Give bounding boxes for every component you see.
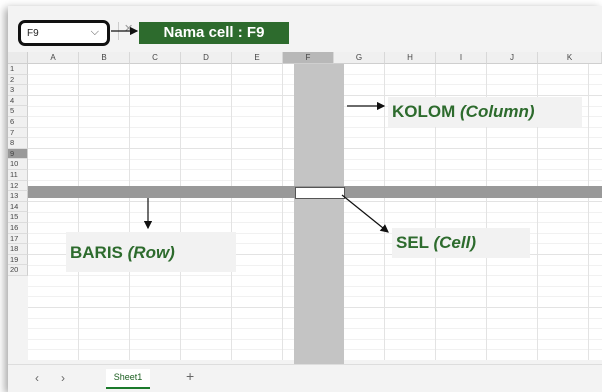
- row-header-4[interactable]: 4: [8, 95, 28, 107]
- row-header-18[interactable]: 18: [8, 244, 28, 255]
- column-header-i[interactable]: I: [436, 52, 487, 64]
- row-header-14[interactable]: 14: [8, 201, 28, 213]
- row-header-7[interactable]: 7: [8, 127, 28, 139]
- formula-bar: F9 ⌵ ✕: [8, 6, 602, 46]
- row-header-16[interactable]: 16: [8, 223, 28, 234]
- name-box[interactable]: F9 ⌵: [18, 20, 110, 46]
- cancel-icon[interactable]: ✕: [124, 22, 133, 35]
- excel-window: F9 ⌵ ✕ A B C D E F G H I J K 1 2 3 4 5 6 7 8 9 10 11 12 13 14 15 1…: [8, 6, 602, 392]
- sheet-tab-sheet1[interactable]: Sheet1: [106, 369, 150, 389]
- row-header-2[interactable]: 2: [8, 74, 28, 86]
- row-header-20[interactable]: 20: [8, 265, 28, 276]
- row-header-19[interactable]: 19: [8, 254, 28, 266]
- column-header-a[interactable]: A: [28, 52, 79, 64]
- row-header-8[interactable]: 8: [8, 138, 28, 149]
- add-sheet-icon[interactable]: +: [186, 368, 194, 384]
- chevron-left-icon[interactable]: ‹: [35, 371, 39, 385]
- baris-label-em: (Row): [127, 243, 175, 262]
- column-header-c[interactable]: C: [130, 52, 181, 64]
- row-header-15[interactable]: 15: [8, 212, 28, 223]
- kolom-label: KOLOM: [392, 102, 460, 121]
- sheet-tab-bar: ‹ › Sheet1 +: [8, 364, 602, 392]
- select-all-corner[interactable]: [8, 52, 28, 64]
- row-header-3[interactable]: 3: [8, 85, 28, 96]
- chevron-right-icon[interactable]: ›: [61, 371, 65, 385]
- row-header-11[interactable]: 11: [8, 170, 28, 181]
- row-header-13[interactable]: 13: [8, 191, 28, 202]
- column-header-h[interactable]: H: [385, 52, 436, 64]
- sel-label-em: (Cell): [433, 233, 476, 252]
- nama-cell-label: Nama cell : F9: [139, 22, 289, 44]
- column-header-e[interactable]: E: [232, 52, 283, 64]
- row-header-10[interactable]: 10: [8, 159, 28, 170]
- baris-label: BARIS: [70, 243, 128, 262]
- row-header-6[interactable]: 6: [8, 117, 28, 128]
- row-header-5[interactable]: 5: [8, 106, 28, 117]
- selected-cell-f9[interactable]: [295, 187, 345, 199]
- row-header-1[interactable]: 1: [8, 64, 28, 75]
- row-header-12[interactable]: 12: [8, 180, 28, 192]
- column-header-b[interactable]: B: [79, 52, 130, 64]
- kolom-annotation: KOLOM (Column): [388, 97, 582, 127]
- name-box-value: F9: [27, 28, 39, 39]
- column-header-k[interactable]: K: [538, 52, 602, 64]
- column-header-g[interactable]: G: [334, 52, 385, 64]
- column-header-d[interactable]: D: [181, 52, 232, 64]
- baris-annotation: BARIS (Row): [66, 232, 236, 272]
- column-f-highlight: [294, 52, 344, 372]
- chevron-down-icon[interactable]: ⌵: [91, 26, 99, 39]
- sel-label: SEL: [396, 233, 434, 252]
- sel-annotation: SEL (Cell): [392, 228, 530, 258]
- column-header-f[interactable]: F: [283, 52, 334, 64]
- row-header-9[interactable]: 9: [8, 148, 28, 160]
- column-header-j[interactable]: J: [487, 52, 538, 64]
- row-header-17[interactable]: 17: [8, 233, 28, 245]
- kolom-label-em: (Column): [460, 102, 535, 121]
- formula-bar-separator: [118, 22, 119, 40]
